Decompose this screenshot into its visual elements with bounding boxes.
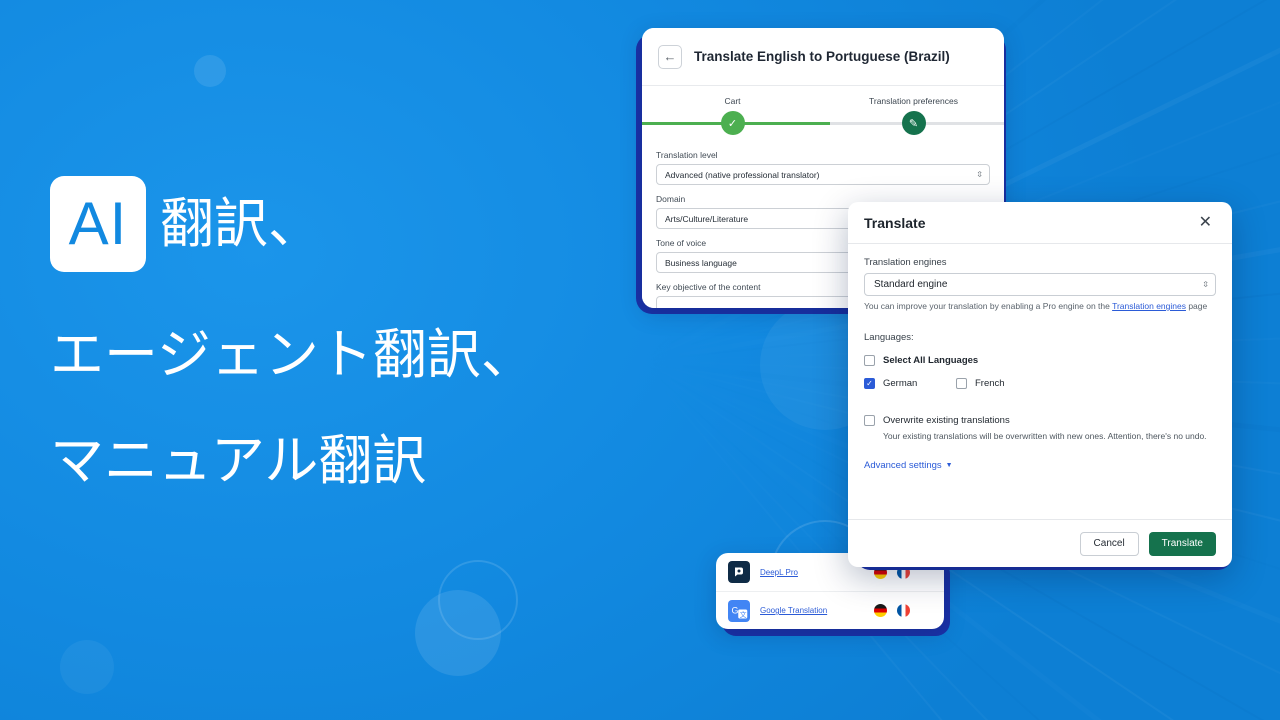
select-all-languages-label: Select All Languages (883, 355, 979, 367)
decor-circle (60, 640, 114, 694)
check-icon[interactable]: ✓ (720, 111, 745, 135)
engine-name[interactable]: DeepL Pro (760, 568, 864, 577)
language-row-german[interactable]: ✓ German (864, 378, 956, 390)
engine-flags (874, 604, 932, 617)
chevron-updown-icon: ⇳ (976, 170, 983, 179)
field-label-translation-level: Translation level (656, 150, 718, 160)
progress-stepper: Cart Translation preferences ✓ ✎ (642, 86, 1004, 138)
french-label: French (975, 378, 1005, 390)
cancel-button[interactable]: Cancel (1079, 531, 1139, 556)
headline-line-1: AI 翻訳、 (50, 176, 670, 272)
engines-hint: You can improve your translation by enab… (864, 301, 1216, 312)
list-item[interactable]: G 文 Google Translation (716, 591, 944, 629)
advanced-settings-label: Advanced settings (864, 460, 942, 472)
pencil-icon[interactable]: ✎ (901, 111, 926, 135)
overwrite-checkbox[interactable] (864, 415, 875, 427)
translation-level-value: Advanced (native professional translator… (665, 169, 820, 180)
headline-text-1: 翻訳、 (160, 194, 322, 254)
hero-headline: AI 翻訳、 エージェント翻訳、 マニュアル翻訳 (50, 176, 670, 488)
dialog-header: Translate ✕ (848, 202, 1232, 244)
translation-engines-link[interactable]: Translation engines (1112, 301, 1186, 311)
chevron-updown-icon: ⇳ (1202, 280, 1209, 289)
back-card-header: ← Translate English to Portuguese (Brazi… (642, 28, 1004, 86)
tone-of-voice-value: Business language (665, 257, 737, 268)
svg-text:文: 文 (740, 610, 747, 619)
translate-dialog: Translate ✕ Translation engines Standard… (848, 202, 1232, 567)
translate-button[interactable]: Translate (1148, 531, 1216, 556)
german-checkbox[interactable]: ✓ (864, 378, 875, 390)
translation-level-select[interactable]: Advanced (native professional translator… (656, 164, 990, 185)
chevron-down-icon: ▼ (945, 462, 953, 470)
svg-text:G: G (732, 605, 739, 615)
overwrite-description: Your existing translations will be overw… (883, 431, 1207, 442)
translation-engines-label: Translation engines (864, 257, 947, 268)
step-label-cart: Cart (724, 96, 741, 106)
arrow-left-icon[interactable]: ← (658, 44, 682, 69)
translation-engines-select[interactable]: Standard engine ⇳ (864, 273, 1216, 296)
select-all-languages-row[interactable]: Select All Languages (864, 355, 1216, 367)
decor-circle (194, 55, 226, 87)
deepl-icon (728, 561, 750, 583)
german-label: German (883, 378, 918, 390)
ai-badge: AI (50, 176, 146, 272)
headline-text-2: エージェント翻訳、 (50, 325, 535, 385)
engines-hint-pre: You can improve your translation by enab… (864, 301, 1113, 311)
close-icon[interactable]: ✕ (1195, 213, 1216, 233)
engines-hint-post: page (1185, 301, 1208, 311)
advanced-settings-toggle[interactable]: Advanced settings ▼ (864, 460, 953, 471)
flag-german-icon (874, 604, 887, 617)
dialog-title: Translate (864, 214, 926, 231)
language-checkbox-group: ✓ German French (864, 378, 1216, 390)
engine-name[interactable]: Google Translation (760, 606, 864, 615)
dialog-body: Translation engines Standard engine ⇳ Yo… (848, 244, 1232, 519)
languages-label: Languages: (864, 332, 914, 344)
flag-french-icon (897, 604, 910, 617)
translation-engines-value: Standard engine (874, 279, 948, 290)
step-label-translation-preferences: Translation preferences (869, 96, 958, 106)
dialog-footer: Cancel Translate (848, 519, 1232, 567)
headline-text-3: マニュアル翻訳 (50, 431, 427, 491)
google-translate-icon: G 文 (728, 599, 750, 622)
overwrite-row[interactable]: Overwrite existing translations (864, 415, 1216, 427)
language-row-french[interactable]: French (956, 378, 1005, 390)
overwrite-label: Overwrite existing translations (883, 415, 1010, 427)
domain-value: Arts/Culture/Literature (665, 213, 749, 224)
french-checkbox[interactable] (956, 378, 967, 390)
decor-ring (438, 560, 518, 640)
back-card-title: Translate English to Portuguese (Brazil) (694, 49, 950, 64)
select-all-languages-checkbox[interactable] (864, 355, 875, 367)
